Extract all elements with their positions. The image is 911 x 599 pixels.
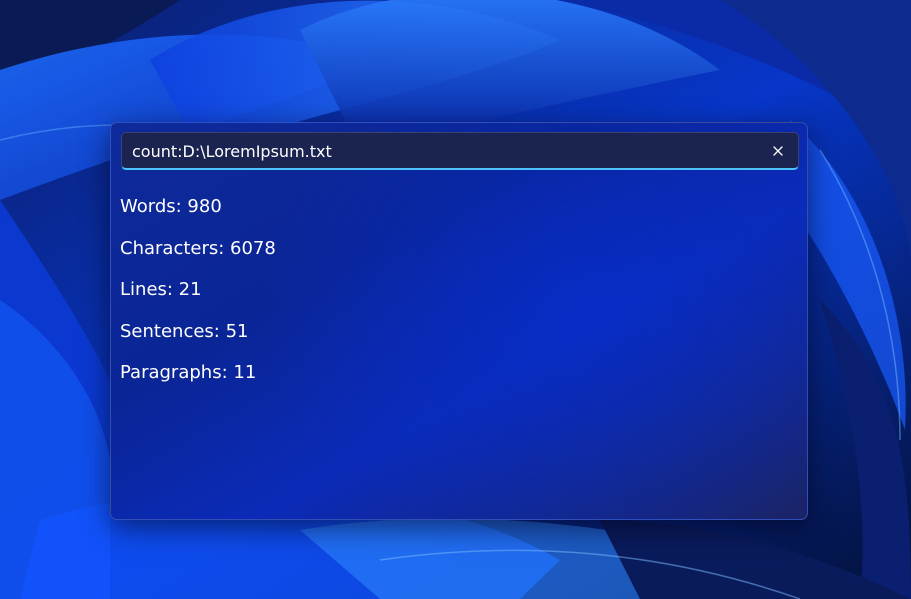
- desktop: Words: 980 Characters: 6078 Lines: 21 Se…: [0, 0, 911, 599]
- result-lines: Lines: 21: [120, 279, 202, 300]
- result-paragraphs: Paragraphs: 11: [120, 362, 257, 383]
- result-characters: Characters: 6078: [120, 237, 276, 259]
- result-words: Words: 980: [120, 196, 222, 217]
- results-list: Words: 980 Characters: 6078 Lines: 21 Se…: [120, 195, 780, 403]
- close-icon: [773, 146, 783, 156]
- search-box[interactable]: [121, 132, 799, 170]
- launcher-panel: Words: 980 Characters: 6078 Lines: 21 Se…: [110, 122, 808, 520]
- result-sentences: Sentences: 51: [120, 320, 249, 342]
- search-input[interactable]: [132, 133, 752, 169]
- clear-button[interactable]: [766, 139, 790, 163]
